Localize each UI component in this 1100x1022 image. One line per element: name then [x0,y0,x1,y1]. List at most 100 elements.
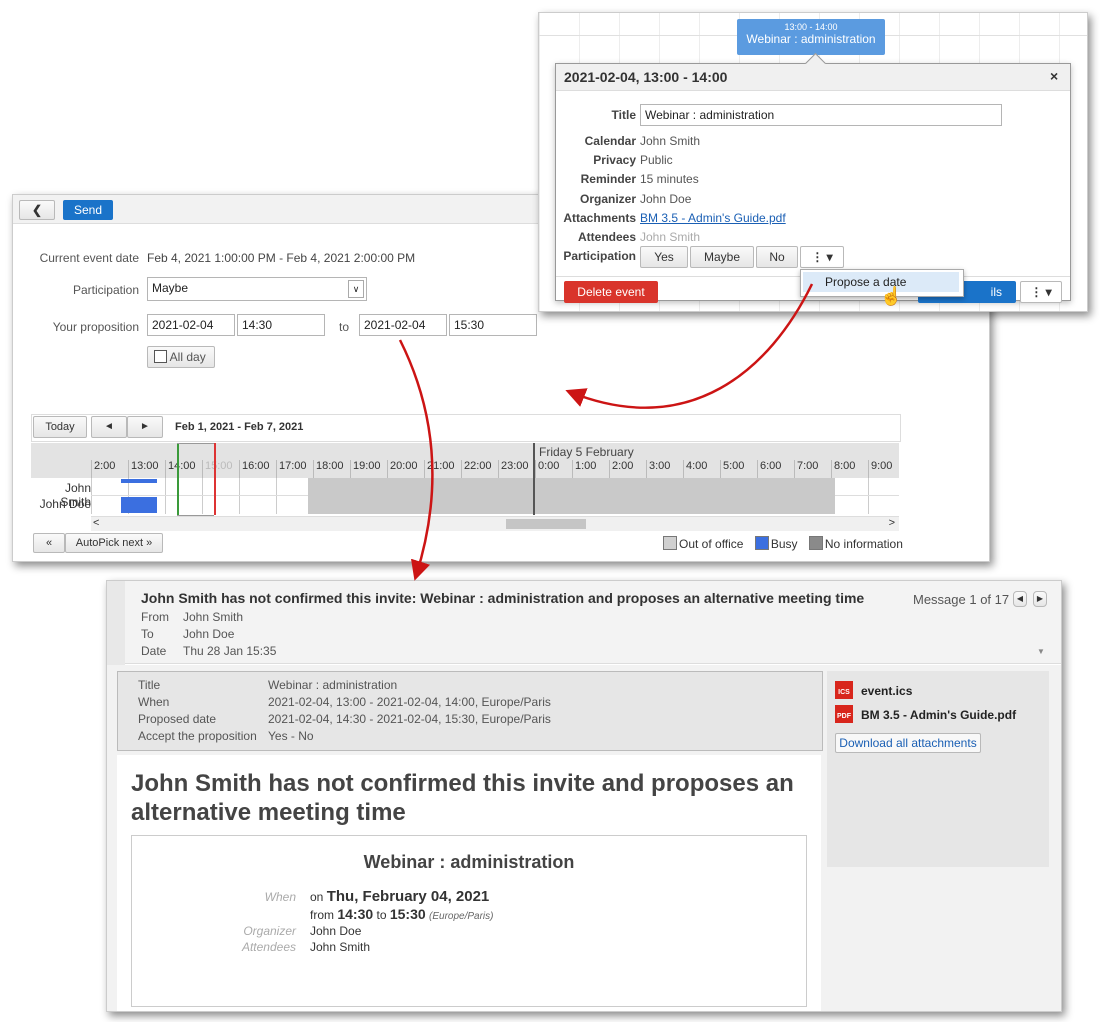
prev-week-button[interactable]: ◄ [91,416,127,438]
hour-label: 2:00 [91,460,128,478]
to-value: John Doe [183,627,235,641]
participation-no-button[interactable]: No [756,246,798,268]
from-value: John Smith [183,610,244,624]
invitation-meta-box: Title Webinar : administration When 2021-02… [117,671,823,751]
when-date-line: on Thu, February 04, 2021 [310,888,489,905]
invite-card: Webinar : administration When on Thu, Fe… [131,835,807,1007]
from-word: from [310,908,334,922]
autopick-next-button[interactable]: AutoPick next » [65,533,163,553]
more-actions-button[interactable]: ⋮ ▾ [1020,281,1062,303]
event-date: Thu, February 04, 2021 [326,888,490,905]
hour-label: 16:00 [239,460,276,478]
on-word: on [310,890,324,904]
next-week-button[interactable]: ► [127,416,163,438]
title-input[interactable]: Webinar : administration [640,104,1002,126]
meta-key: Title [138,678,161,692]
timeline-scrollbar[interactable]: < > [91,516,899,531]
to-label: To [141,627,154,641]
end-time-input[interactable]: 15:30 [449,314,537,336]
event-chip[interactable]: 13:00 - 14:00 Webinar : administration [737,19,885,55]
event-chip-time: 13:00 - 14:00 [784,22,838,32]
allday-toggle[interactable]: All day [147,346,215,368]
hour-label: 18:00 [313,460,350,478]
close-icon[interactable]: × [1050,68,1058,84]
timezone: (Europe/Paris) [429,911,494,922]
scroll-left-icon[interactable]: < [93,517,99,529]
day-separator [533,443,535,515]
attachment-link[interactable]: BM 3.5 - Admin's Guide.pdf [640,211,786,225]
hour-label: 0:00 [535,460,572,478]
meta-key: Accept the proposition [138,729,257,743]
organizer-label: Organizer [579,192,636,206]
download-all-button[interactable]: Download all attachments [835,733,981,753]
busy-swatch [754,536,769,550]
legend-out-of-office: Out of office [679,537,744,551]
participation-maybe-button[interactable]: Maybe [690,246,754,268]
meta-value[interactable]: Yes - No [268,729,314,743]
end-date-input[interactable]: 2021-02-04 [359,314,447,336]
next-message-button[interactable]: ▶ [1033,591,1047,607]
hour-label: 5:00 [720,460,757,478]
no-information-swatch [808,536,823,550]
hour-label: 7:00 [794,460,831,478]
autopick-prev-button[interactable]: « [33,533,65,553]
hour-label: 20:00 [387,460,424,478]
to-word: to [376,908,387,922]
mail-subject: John Smith has not confirmed this invite… [141,590,865,606]
expand-header-icon[interactable]: ▼ [1037,647,1045,656]
time-to: 15:30 [389,906,426,922]
when-label: When [264,890,296,904]
to-label: to [339,320,350,334]
title-label: Title [611,108,636,122]
when-time-line: from 14:30 to 15:30 (Europe/Paris) [310,906,493,922]
mail-panel: John Smith has not confirmed this invite… [106,580,1062,1012]
hour-gridline [868,478,869,514]
meta-key: When [138,695,170,709]
participation-more-button[interactable]: ⋮ ▾ [800,246,844,268]
hour-label: 2:00 [609,460,646,478]
hour-label: 21:00 [424,460,461,478]
allday-label: All day [169,350,206,364]
hour-label: 17:00 [276,460,313,478]
meta-key: Proposed date [138,712,217,726]
delete-event-button[interactable]: Delete event [564,281,658,303]
legend-busy: Busy [770,537,798,551]
hour-label: 9:00 [868,460,905,478]
hour-label: 3:00 [646,460,683,478]
meta-value: 2021-02-04, 13:00 - 2021-02-04, 14:00, E… [268,695,551,709]
row-label-john-doe: John Doe [39,497,91,511]
chevron-left-icon: ❮ [31,203,43,217]
privacy-value: Public [640,153,673,167]
date-label: Date [141,644,167,658]
attendees-label: Attendees [577,230,636,244]
prev-message-button[interactable]: ◀ [1013,591,1027,607]
hour-gridline [91,478,92,514]
ics-file-icon: ICS [835,681,853,699]
attachments-pane: ICS event.ics PDF BM 3.5 - Admin's Guide… [827,671,1049,867]
today-button[interactable]: Today [33,416,87,438]
day2-label: Friday 5 February [539,445,634,459]
current-event-label: Current event date [39,251,139,265]
attachment-event-ics[interactable]: event.ics [861,684,912,698]
scroll-thumb[interactable] [506,519,586,529]
participation-yes-button[interactable]: Yes [640,246,688,268]
start-time-input[interactable]: 14:30 [237,314,325,336]
meta-value: 2021-02-04, 14:30 - 2021-02-04, 15:30, E… [268,712,551,726]
hour-gridline [276,478,277,514]
participation-select[interactable]: Maybe ∨ [147,277,367,301]
checkbox-icon[interactable] [154,350,167,363]
event-detail-popover: 2021-02-04, 13:00 - 14:00 × Title Webina… [555,52,1071,306]
card-attendees-value: John Smith [310,940,371,954]
participation-value: Maybe [152,281,189,295]
send-button[interactable]: Send [63,200,113,220]
start-date-input[interactable]: 2021-02-04 [147,314,235,336]
scroll-right-icon[interactable]: > [889,517,895,529]
event-chip-title: Webinar : administration [746,32,876,46]
message-counter: Message 1 of 17 [913,592,1010,607]
back-button[interactable]: ❮ [19,200,55,220]
hand-cursor-icon: ☝ [880,286,903,306]
attachment-pdf[interactable]: BM 3.5 - Admin's Guide.pdf [861,708,1016,722]
legend: Out of office Busy No information [663,536,903,551]
current-event-value: Feb 4, 2021 1:00:00 PM - Feb 4, 2021 2:0… [147,251,416,265]
chevron-down-icon: ∨ [348,280,364,298]
